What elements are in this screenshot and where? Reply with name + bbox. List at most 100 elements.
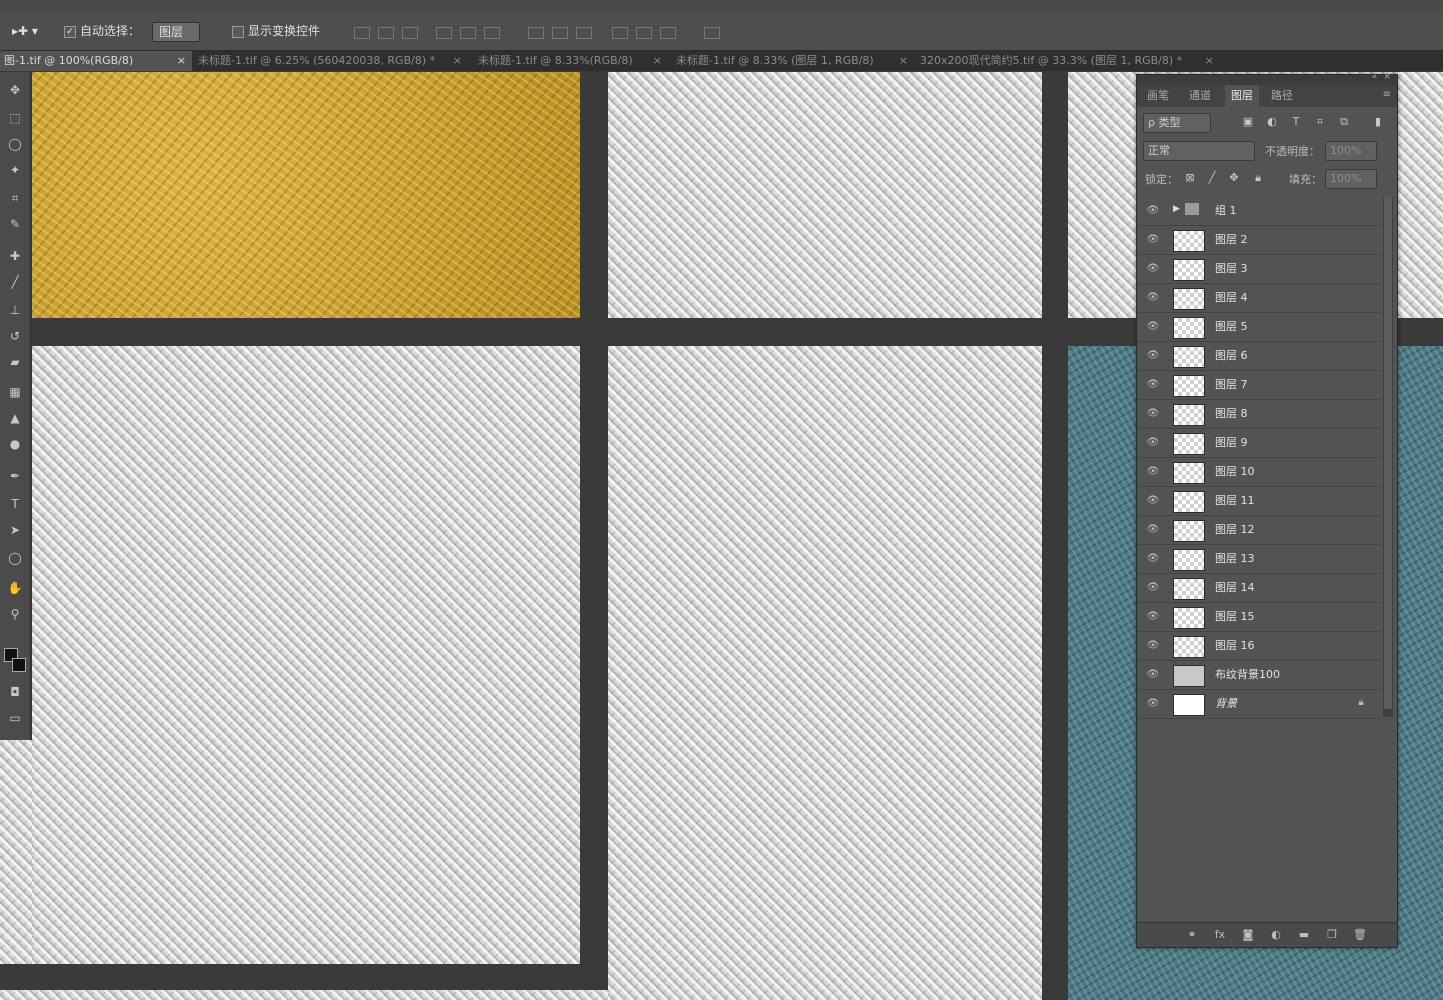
layer-row[interactable]: 👁︎ 图层 10 [1137, 458, 1381, 487]
align-vcenter-icon[interactable] [378, 27, 394, 39]
tab-paths[interactable]: 路径 [1265, 85, 1299, 107]
history-brush-tool-icon[interactable]: ↺ [5, 326, 25, 346]
healing-brush-tool-icon[interactable]: ✚ [5, 246, 25, 266]
gradient-tool-icon[interactable]: ▦ [5, 382, 25, 402]
dodge-tool-icon[interactable]: ● [5, 434, 25, 454]
type-tool-icon[interactable]: T [5, 494, 25, 514]
layer-row[interactable]: 👁︎ 图层 8 [1137, 400, 1381, 429]
visibility-eye-icon[interactable]: 👁︎ [1145, 669, 1161, 681]
blur-tool-icon[interactable]: ▲ [5, 408, 25, 428]
visibility-eye-icon[interactable]: 👁︎ [1145, 698, 1161, 710]
add-mask-icon[interactable]: ◙ [1241, 928, 1255, 942]
visibility-eye-icon[interactable]: 👁︎ [1145, 408, 1161, 420]
layer-row[interactable]: 👁︎ 图层 14 [1137, 574, 1381, 603]
new-group-icon[interactable]: ▬ [1297, 928, 1311, 942]
lock-image-icon[interactable]: ╱ [1205, 171, 1219, 185]
align-left-icon[interactable] [436, 27, 452, 39]
tab-document-3[interactable]: 未标题-1.tif @ 8.33%(RGB/8) × [474, 51, 668, 71]
auto-select-dropdown[interactable]: 图层 [152, 22, 201, 42]
distribute-vcenter-icon[interactable] [552, 27, 568, 39]
zoom-tool-icon[interactable]: ⚲ [5, 604, 25, 624]
visibility-eye-icon[interactable]: 👁︎ [1145, 582, 1161, 594]
opacity-field[interactable]: 100% [1325, 141, 1377, 161]
move-tool-icon[interactable]: ✥ [5, 80, 25, 100]
visibility-eye-icon[interactable]: 👁︎ [1145, 292, 1161, 304]
visibility-eye-icon[interactable]: 👁︎ [1145, 263, 1161, 275]
move-tool-preset-icon[interactable]: ▸✚ ▾ [12, 22, 38, 40]
close-icon[interactable]: × [1383, 72, 1391, 82]
eraser-tool-icon[interactable]: ▰ [5, 352, 25, 372]
tab-layers[interactable]: 图层 [1225, 85, 1259, 107]
adjustment-layer-icon[interactable]: ◐ [1269, 928, 1283, 942]
layer-row[interactable]: 👁︎ 图层 13 [1137, 545, 1381, 574]
path-selection-tool-icon[interactable]: ➤ [5, 520, 25, 540]
visibility-eye-icon[interactable]: 👁︎ [1145, 611, 1161, 623]
layer-row[interactable]: 👁︎ 图层 3 [1137, 255, 1381, 284]
layer-row-group[interactable]: 👁︎ ▶ 组 1 [1137, 197, 1381, 226]
tab-brush[interactable]: 画笔 [1141, 85, 1175, 107]
close-icon[interactable]: × [453, 51, 462, 71]
visibility-eye-icon[interactable]: 👁︎ [1145, 640, 1161, 652]
fill-field[interactable]: 100% [1325, 169, 1377, 189]
layer-row[interactable]: 👁︎ 图层 2 [1137, 226, 1381, 255]
link-layers-icon[interactable]: ⚭ [1185, 928, 1199, 942]
visibility-eye-icon[interactable]: 👁︎ [1145, 379, 1161, 391]
align-right-icon[interactable] [484, 27, 500, 39]
layer-row[interactable]: 👁︎ 图层 16 [1137, 632, 1381, 661]
align-bottom-icon[interactable] [402, 27, 418, 39]
expand-arrow-icon[interactable]: ▶ [1173, 204, 1180, 214]
visibility-eye-icon[interactable]: 👁︎ [1145, 524, 1161, 536]
visibility-eye-icon[interactable]: 👁︎ [1145, 466, 1161, 478]
layer-row[interactable]: 👁︎ 图层 11 [1137, 487, 1381, 516]
lock-transparent-icon[interactable]: ⊠ [1183, 171, 1197, 185]
distribute-hcenter-icon[interactable] [636, 27, 652, 39]
screen-mode-icon[interactable]: ▭ [5, 708, 25, 728]
lock-all-icon[interactable]: 🔒︎ [1251, 171, 1265, 185]
visibility-eye-icon[interactable]: 👁︎ [1145, 495, 1161, 507]
marquee-tool-icon[interactable]: ⬚ [5, 108, 25, 128]
shape-filter-icon[interactable]: ⌗ [1313, 115, 1327, 129]
distribute-right-icon[interactable] [660, 27, 676, 39]
tab-document-1[interactable]: 图-1.tif @ 100%(RGB/8) × [0, 51, 192, 71]
new-layer-icon[interactable]: ❐ [1325, 928, 1339, 942]
visibility-eye-icon[interactable]: 👁︎ [1145, 553, 1161, 565]
smart-object-filter-icon[interactable]: ⧉ [1337, 115, 1351, 129]
layer-style-icon[interactable]: fx [1213, 928, 1227, 942]
align-top-icon[interactable] [354, 27, 370, 39]
layer-row-fill[interactable]: 👁︎ 布纹背景100 [1137, 661, 1381, 690]
show-transform-checkbox[interactable]: 显示变换控件 [232, 22, 320, 40]
lasso-tool-icon[interactable]: ◯ [5, 134, 25, 154]
visibility-eye-icon[interactable]: 👁︎ [1145, 205, 1161, 217]
tab-channels[interactable]: 通道 [1183, 85, 1217, 107]
layer-row[interactable]: 👁︎ 图层 6 [1137, 342, 1381, 371]
layer-row-background[interactable]: 👁︎ 背景 🔒︎ [1137, 690, 1381, 719]
close-icon[interactable]: × [899, 51, 908, 71]
visibility-eye-icon[interactable]: 👁︎ [1145, 437, 1161, 449]
layer-row[interactable]: 👁︎ 图层 4 [1137, 284, 1381, 313]
pen-tool-icon[interactable]: ✒ [5, 466, 25, 486]
pixel-filter-icon[interactable]: ▣ [1241, 115, 1255, 129]
visibility-eye-icon[interactable]: 👁︎ [1145, 350, 1161, 362]
crop-tool-icon[interactable]: ⌗ [5, 188, 25, 208]
eyedropper-tool-icon[interactable]: ✎ [5, 214, 25, 234]
close-icon[interactable]: × [653, 51, 662, 71]
filter-toggle-icon[interactable]: ▮ [1371, 115, 1385, 129]
distribute-bottom-icon[interactable] [576, 27, 592, 39]
layer-row[interactable]: 👁︎ 图层 5 [1137, 313, 1381, 342]
collapse-icon[interactable]: « [1371, 72, 1377, 82]
background-color-swatch[interactable] [12, 658, 26, 672]
shape-tool-icon[interactable]: ◯ [5, 548, 25, 568]
layer-row[interactable]: 👁︎ 图层 15 [1137, 603, 1381, 632]
auto-select-checkbox[interactable]: ✓ 自动选择： [64, 22, 140, 40]
delete-layer-icon[interactable]: 🗑︎ [1353, 928, 1367, 942]
magic-wand-tool-icon[interactable]: ✦ [5, 160, 25, 180]
close-icon[interactable]: × [1205, 51, 1214, 71]
distribute-top-icon[interactable] [528, 27, 544, 39]
lock-position-icon[interactable]: ✥ [1227, 171, 1241, 185]
panel-header[interactable]: « × [1137, 72, 1397, 85]
scrollbar-thumb[interactable] [1384, 197, 1392, 709]
layer-row[interactable]: 👁︎ 图层 12 [1137, 516, 1381, 545]
blend-mode-dropdown[interactable]: 正常 [1143, 141, 1255, 161]
kind-filter-dropdown[interactable]: ρ 类型 [1143, 113, 1211, 133]
tab-document-4[interactable]: 未标题-1.tif @ 8.33% (图层 1, RGB/8) × [672, 51, 914, 71]
